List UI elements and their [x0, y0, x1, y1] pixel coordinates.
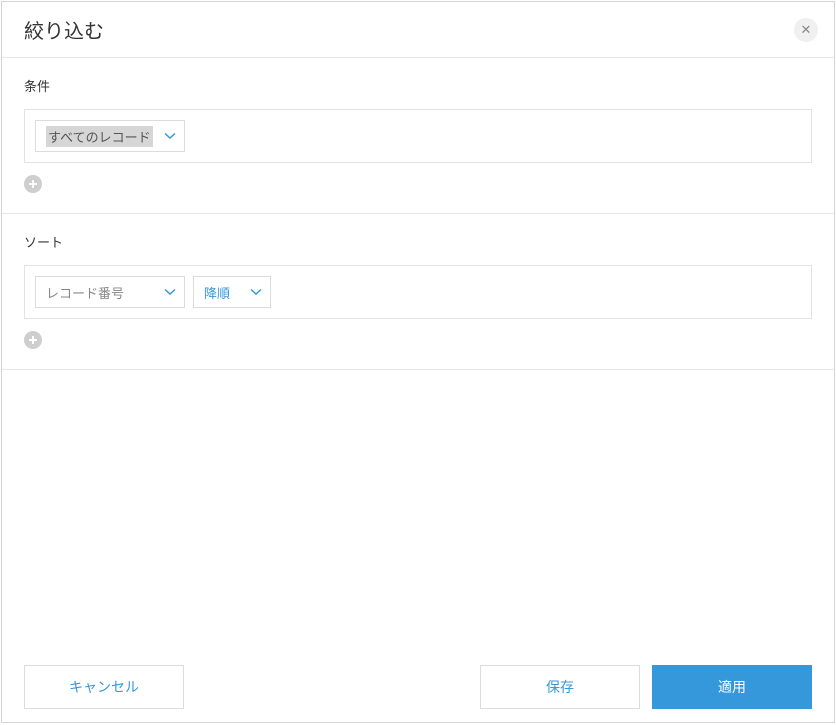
dialog-footer: キャンセル 保存 適用: [2, 652, 834, 722]
dialog-title: 絞り込む: [24, 15, 104, 44]
conditions-row: すべてのレコード: [24, 109, 812, 163]
chevron-down-icon: [164, 288, 176, 296]
cancel-button[interactable]: キャンセル: [24, 665, 184, 709]
save-button[interactable]: 保存: [480, 665, 640, 709]
sort-field-value: レコード番号: [46, 283, 124, 302]
close-icon: ✕: [801, 23, 812, 36]
sort-field-dropdown[interactable]: レコード番号: [35, 276, 185, 308]
footer-right-group: 保存 適用: [480, 665, 812, 709]
sort-section: ソート レコード番号 降順: [2, 214, 834, 370]
add-condition-button[interactable]: [24, 175, 42, 193]
chevron-down-icon: [250, 288, 262, 296]
close-button[interactable]: ✕: [794, 18, 818, 42]
sort-label: ソート: [24, 232, 812, 251]
sort-row: レコード番号 降順: [24, 265, 812, 319]
dialog-body: 条件 すべてのレコード ソート レコード番号: [2, 58, 834, 652]
add-sort-button[interactable]: [24, 331, 42, 349]
conditions-label: 条件: [24, 76, 812, 95]
conditions-section: 条件 すべてのレコード: [2, 58, 834, 214]
sort-order-dropdown[interactable]: 降順: [193, 276, 271, 308]
sort-order-value: 降順: [204, 283, 230, 302]
conditions-dropdown[interactable]: すべてのレコード: [35, 120, 185, 152]
apply-button[interactable]: 適用: [652, 665, 812, 709]
filter-dialog: 絞り込む ✕ 条件 すべてのレコード ソート レコード番号: [1, 1, 835, 723]
conditions-dropdown-value: すべてのレコード: [46, 126, 153, 147]
dialog-header: 絞り込む ✕: [2, 2, 834, 58]
chevron-down-icon: [164, 132, 176, 140]
